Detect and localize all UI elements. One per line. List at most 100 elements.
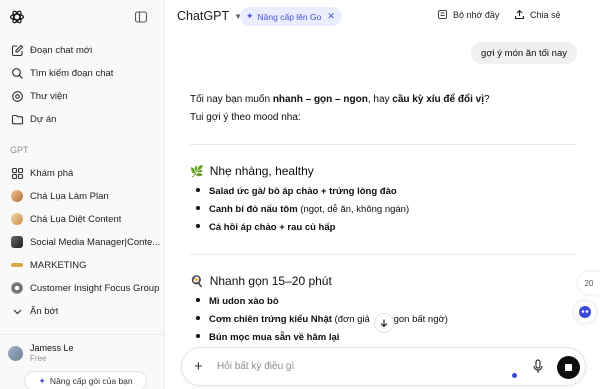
- library-icon: [10, 89, 24, 103]
- scroll-down-button[interactable]: [374, 313, 394, 333]
- list-item: Bún mọc mua sẵn về hâm lại: [196, 331, 339, 344]
- list-item-bold: Salad ức gà/ bò áp chảo + trứng lòng đào: [209, 186, 397, 197]
- sidebar-item-label: Khám phá: [30, 167, 74, 179]
- sidebar-item-label: Social Media Manager|Conte...: [30, 236, 161, 248]
- user-name: Jamess Le: [30, 342, 74, 353]
- composer-placeholder[interactable]: Hỏi bất kỳ điều gì: [217, 361, 294, 372]
- chat-thread: gợi ý món ăn tối nay Tối nay bạn muốn nh…: [165, 34, 600, 389]
- gpt-avatar: [10, 258, 24, 272]
- divider: [190, 254, 577, 255]
- sidebar: Đoạn chat mới Tìm kiếm đoạn chat Thư việ…: [0, 0, 165, 389]
- sidebar-item-gpt[interactable]: Chá Lụa Làm Plan: [4, 185, 161, 207]
- gpt-avatar: [10, 212, 24, 226]
- sidebar-item-gpt[interactable]: MARKETING: [4, 254, 161, 276]
- top-bar: ChatGPT ▼ ✦ Nâng cấp lên Go ✕ Bộ nhớ đầy…: [165, 0, 600, 34]
- arrow-down-icon: [380, 319, 388, 328]
- upgrade-plan-button[interactable]: ✦ Nâng cấp gói của bạn: [24, 371, 147, 389]
- sidebar-item-label: MARKETING: [30, 259, 87, 271]
- list-item: Cá hồi áp chảo + rau củ hấp: [196, 221, 335, 234]
- sidebar-item-label: Customer Insight Focus Group: [30, 282, 160, 294]
- section-title: Nhẹ nhàng, healthy: [209, 164, 314, 178]
- upgrade-go-pill[interactable]: ✦ Nâng cấp lên Go ✕: [240, 7, 342, 26]
- sidebar-item-projects[interactable]: Dự án: [4, 108, 161, 130]
- gpt-avatar: [10, 235, 24, 249]
- gpt-avatar: [10, 189, 24, 203]
- list-item-bold: Bún mọc mua sẵn về hâm lại: [209, 332, 340, 343]
- gpt-avatar: [10, 281, 24, 295]
- memory-full-button[interactable]: Bộ nhớ đầy: [437, 9, 499, 20]
- model-selector[interactable]: ChatGPT ▼: [177, 9, 242, 23]
- upgrade-go-label: Nâng cấp lên Go: [257, 11, 322, 22]
- avatar: [8, 345, 23, 361]
- sidebar-divider: [0, 334, 165, 335]
- section-title: Nhanh gọn 15–20 phút: [209, 274, 332, 288]
- openai-logo-icon[interactable]: [9, 9, 25, 25]
- herb-icon: 🌿: [190, 165, 204, 178]
- explore-icon: [10, 166, 24, 180]
- sidebar-item-label: Dự án: [30, 113, 57, 125]
- list-item-text: (ngọt, dễ ăn, không ngán): [297, 204, 410, 215]
- upgrade-plan-label: Nâng cấp gói của bạn: [49, 376, 133, 386]
- list-item-bold: Cá hồi áp chảo + rau củ hấp: [209, 222, 336, 233]
- plus-icon[interactable]: +: [194, 359, 203, 374]
- sidebar-item-gpt[interactable]: Customer Insight Focus Group: [4, 277, 161, 299]
- intro-text: ?: [484, 94, 490, 105]
- intro-bold: nhanh – gọn – ngon: [272, 94, 368, 105]
- memory-full-label: Bộ nhớ đầy: [453, 9, 500, 20]
- stop-icon: [565, 364, 572, 371]
- sidebar-item-label: Chá Lụa Làm Plan: [30, 190, 109, 202]
- user-plan: Free: [30, 353, 47, 363]
- sidebar-toggle-icon[interactable]: [134, 10, 148, 24]
- sidebar-item-explore[interactable]: Khám phá: [4, 162, 161, 184]
- list-item-bold: Cơm chiên trứng kiểu Nhật: [209, 314, 332, 325]
- stop-button[interactable]: [557, 356, 580, 379]
- list-item-bold: Canh bí đỏ nấu tôm: [209, 204, 298, 215]
- intro-text: Tối nay bạn muốn: [190, 94, 273, 105]
- folder-icon: [10, 112, 24, 126]
- share-button[interactable]: Chia sẻ: [514, 9, 561, 20]
- sidebar-item-gpt[interactable]: Social Media Manager|Conte...: [4, 231, 161, 253]
- user-profile[interactable]: Jamess Le Free: [8, 341, 74, 365]
- gpt-section-label: GPT: [10, 145, 29, 155]
- new-chat-icon: [10, 43, 24, 57]
- intro-paragraph: Tối nay bạn muốn nhanh – gọn – ngon, hay…: [190, 93, 490, 107]
- sidebar-item-hide[interactable]: Ẩn bớt: [4, 300, 161, 322]
- list-item: Canh bí đỏ nấu tôm (ngọt, dễ ăn, không n…: [196, 203, 409, 216]
- sidebar-item-label: Thư viện: [30, 90, 68, 102]
- user-message-bubble: gợi ý món ăn tối nay: [471, 42, 577, 64]
- sidebar-item-label: Chá Lụa Diệt Content: [30, 213, 122, 225]
- list-item: Cơm chiên trứng kiểu Nhật (đơn giả à ngo…: [196, 313, 448, 326]
- intro-paragraph-2: Tui gợi ý theo mood nha:: [190, 112, 301, 123]
- sidebar-item-label: Đoạn chat mới: [30, 44, 93, 56]
- intro-bold: cầu kỳ xíu để đổi vị: [392, 94, 484, 105]
- sidebar-item-library[interactable]: Thư viện: [4, 85, 161, 107]
- list-item: Mì udon xào bò: [196, 295, 279, 308]
- intro-text: , hay: [367, 94, 393, 105]
- close-icon[interactable]: ✕: [327, 11, 335, 22]
- search-icon: [10, 66, 24, 80]
- share-label: Chia sẻ: [530, 9, 561, 20]
- sidebar-header: [0, 0, 165, 34]
- list-item: Salad ức gà/ bò áp chảo + trứng lòng đào: [196, 185, 397, 198]
- side-badge[interactable]: 20: [578, 272, 600, 294]
- hide-icon: [10, 304, 24, 318]
- section-heading: 🌿 Nhẹ nhàng, healthy: [190, 164, 314, 178]
- message-composer[interactable]: + Hỏi bất kỳ điều gì: [181, 347, 586, 386]
- streaming-indicator: [512, 373, 517, 378]
- sidebar-item-label: Tìm kiếm đoạn chat: [30, 67, 114, 79]
- model-name: ChatGPT: [177, 9, 230, 23]
- sparkle-icon: ✦: [38, 375, 46, 386]
- memory-icon: [437, 9, 448, 20]
- sidebar-item-new-chat[interactable]: Đoạn chat mới: [4, 39, 161, 61]
- sidebar-item-label: Ẩn bớt: [30, 305, 59, 317]
- sidebar-item-gpt[interactable]: Chá Lụa Diệt Content: [4, 208, 161, 230]
- divider: [190, 144, 577, 145]
- assistant-bot-icon[interactable]: [574, 301, 596, 323]
- share-icon: [514, 9, 525, 20]
- sidebar-item-search[interactable]: Tìm kiếm đoạn chat: [4, 62, 161, 84]
- list-item-bold: Mì udon xào bò: [209, 296, 279, 307]
- section-heading: 🍳 Nhanh gọn 15–20 phút: [190, 274, 332, 288]
- microphone-icon[interactable]: [532, 359, 544, 379]
- sparkle-icon: ✦: [246, 11, 254, 21]
- frying-pan-icon: 🍳: [190, 275, 204, 288]
